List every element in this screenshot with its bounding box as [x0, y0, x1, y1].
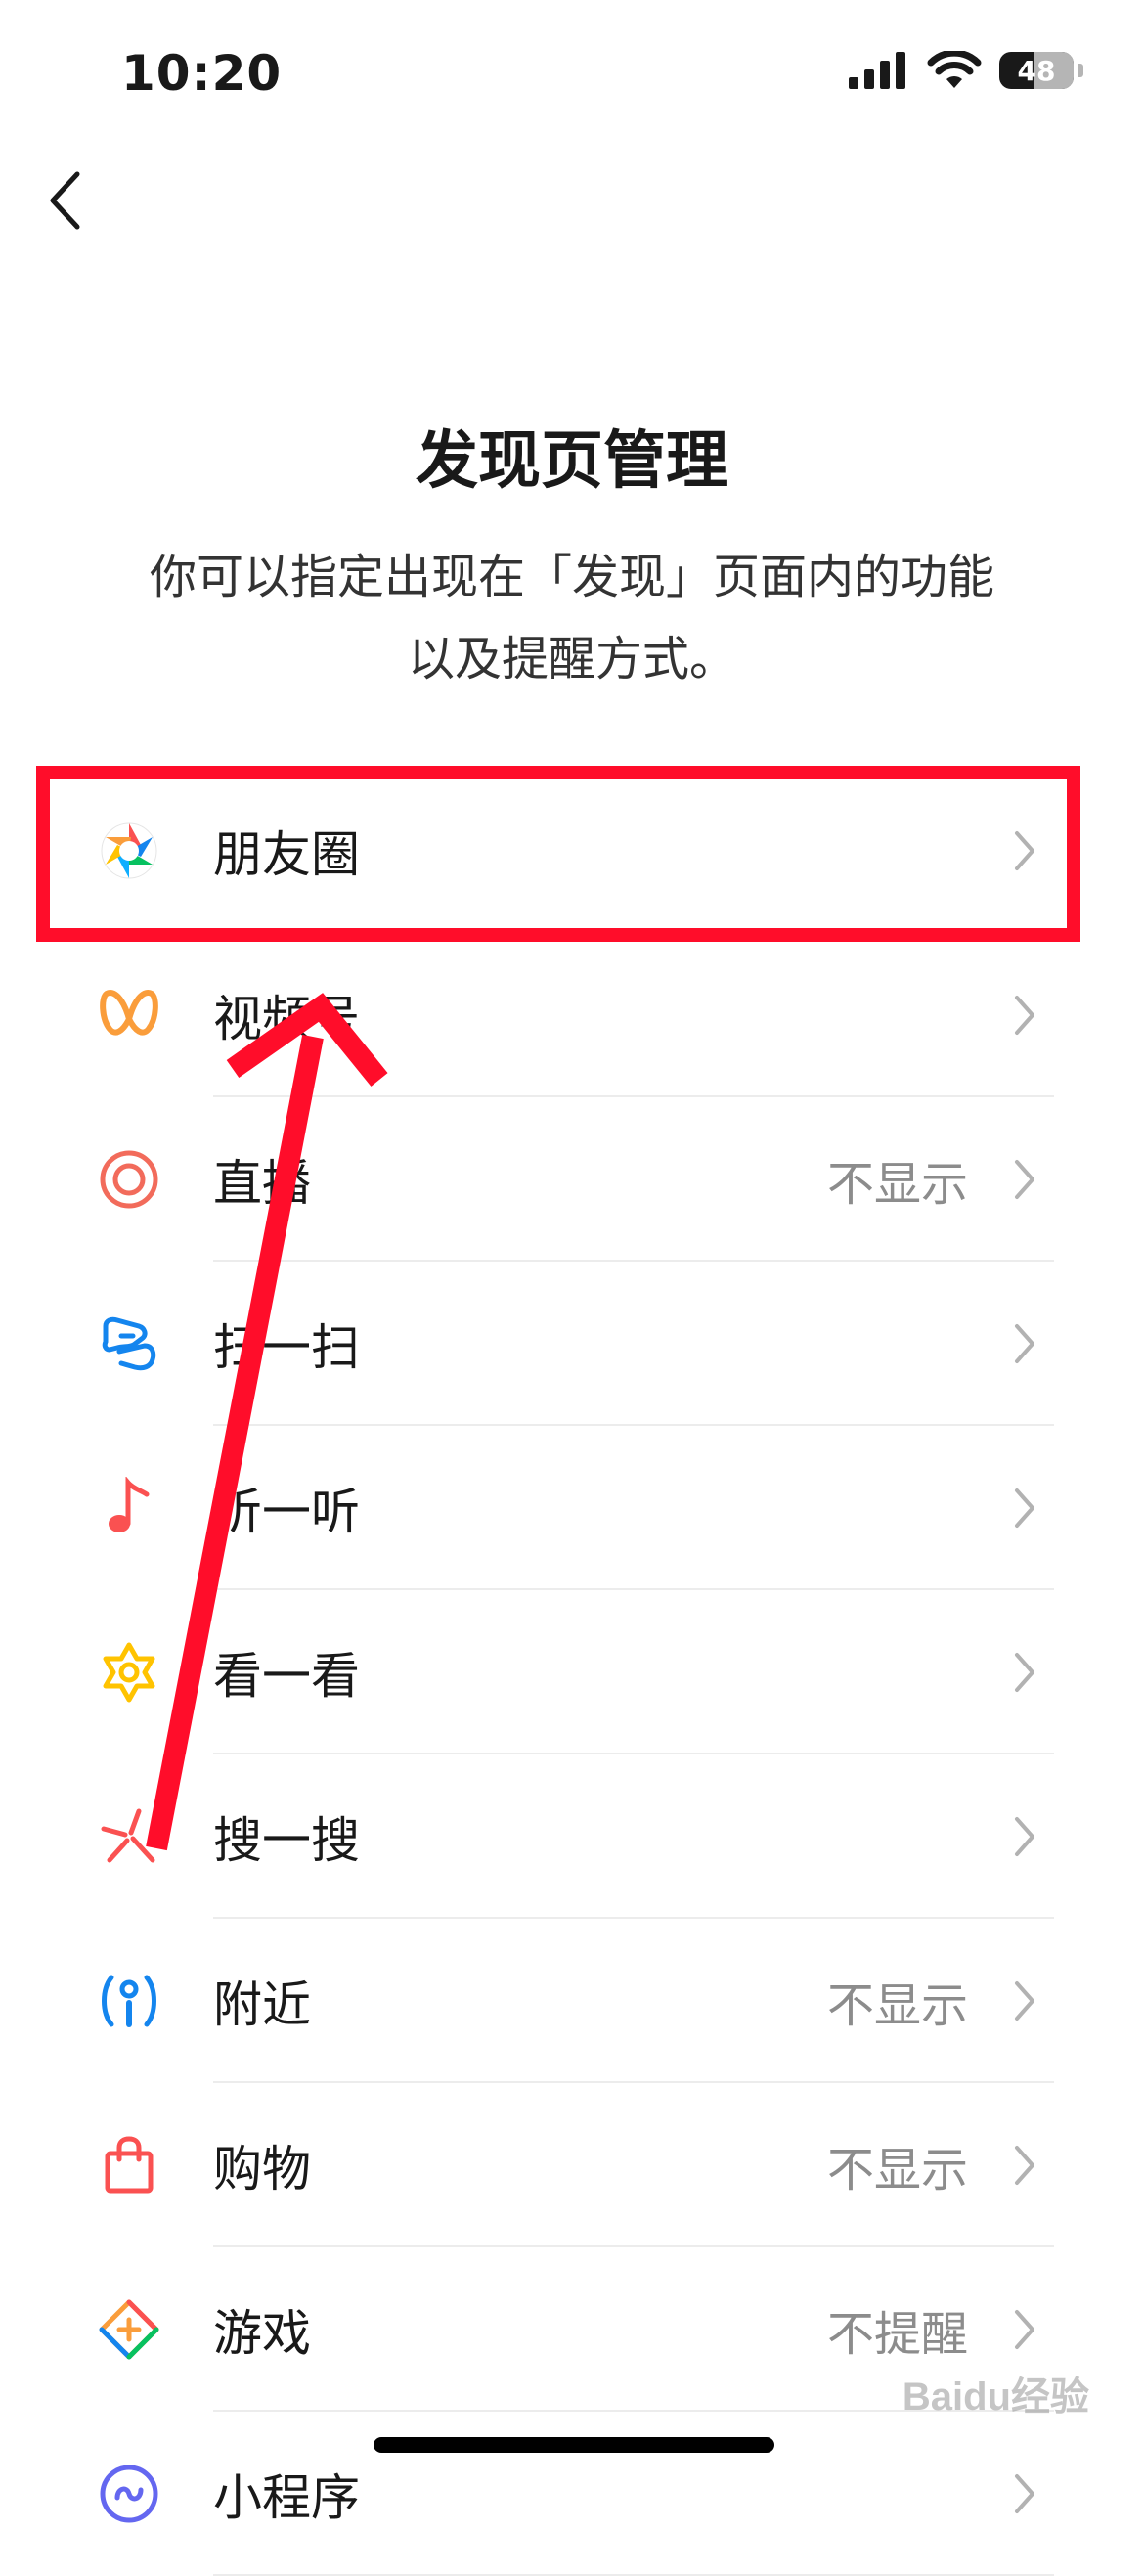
list-item-channels[interactable]: 视频号: [0, 933, 1144, 1097]
chevron-right-icon: [1015, 1324, 1034, 1363]
item-label-listen: 听一听: [213, 1484, 360, 1540]
item-status-nearby: 不显示: [826, 1978, 968, 2033]
status-bar: 10:20 48: [0, 0, 1144, 147]
battery-percentage: 48: [1017, 54, 1056, 87]
cellular-signal-icon: [849, 52, 905, 89]
item-label-nearby: 附近: [213, 1976, 311, 2033]
scan-icon: [98, 1312, 160, 1375]
chevron-right-icon: [1015, 996, 1034, 1035]
list-item-nearby[interactable]: 附近 不显示: [0, 1919, 1144, 2083]
discover-settings-list: 朋友圈 视频号 直播 不显示 扫一扫 听一听 看一看 搜一搜 附近 不显示 购物…: [0, 769, 1144, 2576]
chevron-right-icon: [1015, 2310, 1034, 2349]
battery-icon: 48: [999, 52, 1074, 89]
back-button[interactable]: [35, 166, 94, 235]
status-icons: 48: [849, 51, 1083, 90]
item-label-games: 游戏: [213, 2305, 311, 2362]
chevron-right-icon: [1015, 1488, 1034, 1528]
list-item-shopping[interactable]: 购物 不显示: [0, 2083, 1144, 2247]
item-label-top-stories: 看一看: [213, 1648, 360, 1705]
item-status-games: 不提醒: [826, 2307, 968, 2362]
music-note-icon: [98, 1477, 160, 1539]
description-line-1: 你可以指定出现在「发现」页面内的功能: [149, 550, 994, 604]
item-status-shopping: 不显示: [826, 2143, 968, 2198]
list-item-top-stories[interactable]: 看一看: [0, 1590, 1144, 1754]
item-label-shopping: 购物: [213, 2141, 311, 2198]
live-ring-icon: [98, 1148, 160, 1211]
wifi-icon: [927, 51, 982, 88]
list-item-moments[interactable]: 朋友圈: [0, 769, 1144, 933]
list-item-scan[interactable]: 扫一扫: [0, 1262, 1144, 1426]
home-indicator[interactable]: [374, 2437, 774, 2453]
top-stories-star-icon: [98, 1641, 160, 1704]
list-item-live[interactable]: 直播 不显示: [0, 1097, 1144, 1262]
battery-cap: [1078, 64, 1083, 77]
nearby-person-icon: [98, 1970, 160, 2032]
page-title: 发现页管理: [416, 425, 728, 498]
list-item-listen[interactable]: 听一听: [0, 1426, 1144, 1590]
item-status-live: 不显示: [826, 1157, 968, 1212]
game-diamond-icon: [98, 2298, 160, 2361]
chevron-left-icon: [50, 171, 80, 230]
mini-program-icon: [98, 2463, 160, 2525]
baidu-watermark: Baidu经验: [902, 2376, 1089, 2419]
chevron-right-icon: [1015, 1653, 1034, 1692]
item-label-channels: 视频号: [213, 991, 360, 1047]
item-label-search: 搜一搜: [213, 1812, 360, 1869]
description-line-2: 以及提醒方式。: [407, 632, 736, 687]
chevron-right-icon: [1015, 2474, 1034, 2513]
channels-butterfly-icon: [98, 984, 160, 1046]
chevron-right-icon: [1015, 2146, 1034, 2185]
chevron-right-icon: [1015, 831, 1034, 870]
shopping-bag-icon: [98, 2134, 160, 2197]
item-label-mini-programs: 小程序: [213, 2469, 360, 2526]
item-label-live: 直播: [213, 1155, 311, 1212]
moments-aperture-icon: [98, 820, 160, 882]
chevron-right-icon: [1015, 1160, 1034, 1199]
page-description: 你可以指定出现在「发现」页面内的功能 以及提醒方式。: [98, 536, 1046, 700]
chevron-right-icon: [1015, 1817, 1034, 1856]
item-label-scan: 扫一扫: [213, 1319, 360, 1376]
list-item-search[interactable]: 搜一搜: [0, 1754, 1144, 1919]
status-time: 10:20: [121, 45, 283, 102]
item-label-moments: 朋友圈: [213, 826, 360, 883]
chevron-right-icon: [1015, 1981, 1034, 2021]
search-sparkle-icon: [98, 1805, 160, 1868]
